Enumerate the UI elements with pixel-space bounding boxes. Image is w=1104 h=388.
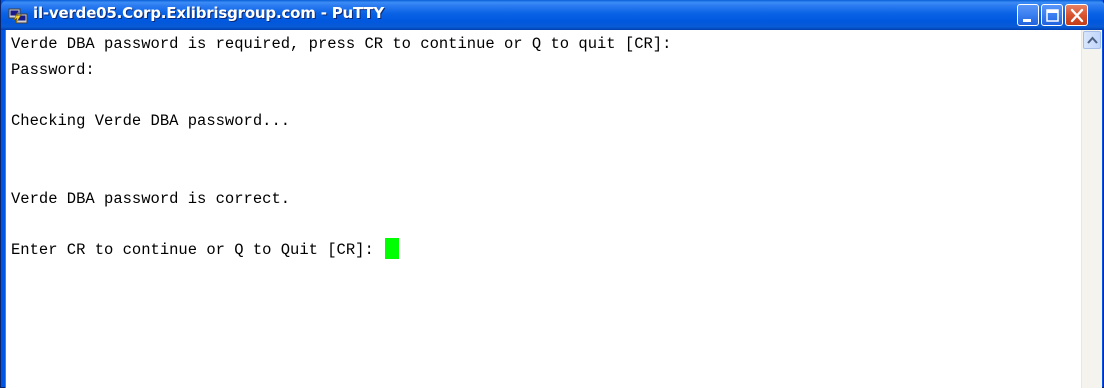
window-title: il-verde05.Corp.Exlibrisgroup.com - PuTT… (33, 4, 385, 22)
putty-icon[interactable] (8, 6, 28, 24)
close-icon (1070, 8, 1084, 23)
minimize-button[interactable] (1017, 4, 1039, 26)
terminal-line: Password: (11, 60, 95, 79)
terminal-line: Verde DBA password is required, press CR… (11, 35, 672, 53)
vertical-scrollbar[interactable] (1081, 30, 1102, 388)
terminal-prompt: Enter CR to continue or Q to Quit [CR]: (11, 241, 384, 260)
maximize-button[interactable] (1041, 4, 1063, 26)
client-area: Verde DBA password is required, press CR… (5, 30, 1102, 388)
title-bar[interactable]: il-verde05.Corp.Exlibrisgroup.com - PuTT… (1, 0, 1104, 30)
terminal-screen[interactable]: Verde DBA password is required, press CR… (6, 30, 1081, 388)
maximize-icon (1046, 9, 1059, 22)
close-button[interactable] (1065, 4, 1088, 26)
terminal-cursor (385, 238, 400, 260)
scroll-up-button[interactable] (1083, 31, 1101, 49)
scroll-up-arrow-icon (1087, 36, 1098, 44)
terminal-prompt-line: Enter CR to continue or Q to Quit [CR]: (11, 238, 1081, 264)
terminal-line: Checking Verde DBA password... (11, 112, 291, 131)
terminal-line: Verde DBA password is correct. (11, 189, 291, 208)
putty-window: il-verde05.Corp.Exlibrisgroup.com - PuTT… (0, 0, 1104, 388)
minimize-icon (1023, 19, 1031, 22)
